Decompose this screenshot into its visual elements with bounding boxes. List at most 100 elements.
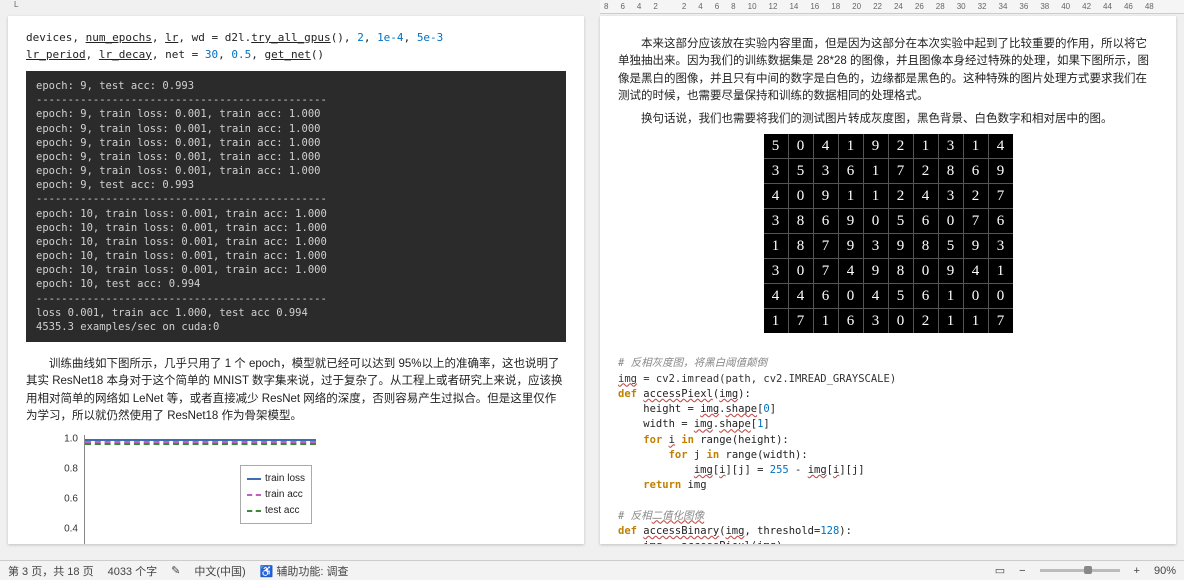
- mnist-cell: 2: [889, 184, 913, 208]
- status-language[interactable]: 中文(中国): [194, 563, 245, 579]
- mnist-cell: 2: [914, 159, 938, 183]
- zoom-in-button[interactable]: +: [1134, 565, 1140, 577]
- mnist-cell: 5: [764, 134, 788, 158]
- mnist-cell: 6: [839, 309, 863, 333]
- mnist-cell: 0: [864, 209, 888, 233]
- mnist-cell: 3: [939, 184, 963, 208]
- mnist-cell: 8: [789, 209, 813, 233]
- mnist-cell: 8: [914, 234, 938, 258]
- mnist-cell: 5: [889, 284, 913, 308]
- mnist-cell: 1: [939, 309, 963, 333]
- mnist-cell: 8: [789, 234, 813, 258]
- mnist-cell: 3: [864, 309, 888, 333]
- mnist-cell: 4: [814, 134, 838, 158]
- status-bar: 第 3 页，共 18 页 4033 个字 ✎ 中文(中国) ♿ 辅助功能: 调查…: [0, 560, 1184, 580]
- mnist-cell: 4: [839, 259, 863, 283]
- mnist-cell: 4: [764, 184, 788, 208]
- terminal-output: epoch: 9, test acc: 0.993 --------------…: [26, 71, 566, 342]
- mnist-cell: 7: [989, 309, 1013, 333]
- right-para-2: 换句话说，我们也需要将我们的测试图片转成灰度图，黑色背景、白色数字和相对居中的图…: [618, 111, 1158, 128]
- code-line-2: lr_period, lr_decay, net = 30, 0.5, get_…: [26, 47, 566, 64]
- mnist-cell: 4: [789, 284, 813, 308]
- mnist-cell: 9: [864, 134, 888, 158]
- code-line-1: devices, num_epochs, lr, wd = d2l.try_al…: [26, 30, 566, 47]
- zoom-slider[interactable]: [1040, 569, 1120, 572]
- mnist-cell: 5: [789, 159, 813, 183]
- mnist-cell: 3: [764, 159, 788, 183]
- ruler-left-label: L: [14, 0, 18, 9]
- zoom-percent[interactable]: 90%: [1154, 565, 1176, 577]
- mnist-cell: 4: [864, 284, 888, 308]
- mnist-cell: 1: [864, 159, 888, 183]
- mnist-cell: 0: [964, 284, 988, 308]
- status-words: 4033 个字: [108, 563, 158, 579]
- chart-legend: train loss train acc test acc: [240, 465, 312, 524]
- mnist-cell: 4: [989, 134, 1013, 158]
- chart-y-axis: 1.0 0.8 0.6 0.4: [56, 435, 82, 544]
- page-right: 本来这部分应该放在实验内容里面，但是因为这部分在本次实验中起到了比较重要的作用，…: [600, 16, 1176, 544]
- mnist-cell: 1: [864, 184, 888, 208]
- mnist-cell: 1: [764, 309, 788, 333]
- mnist-cell: 1: [914, 134, 938, 158]
- mnist-cell: 3: [814, 159, 838, 183]
- mnist-cell: 3: [764, 259, 788, 283]
- mnist-cell: 0: [789, 134, 813, 158]
- status-accessibility[interactable]: ♿ 辅助功能: 调查: [260, 563, 349, 579]
- mnist-cell: 0: [989, 284, 1013, 308]
- mnist-cell: 9: [939, 259, 963, 283]
- mnist-cell: 0: [839, 284, 863, 308]
- mnist-grid: 5041921314353617286940911243273869056076…: [764, 134, 1013, 333]
- mnist-cell: 4: [964, 259, 988, 283]
- mnist-cell: 3: [939, 134, 963, 158]
- mnist-cell: 1: [939, 284, 963, 308]
- mnist-cell: 4: [914, 184, 938, 208]
- view-mode-icon[interactable]: ▭: [995, 564, 1005, 577]
- training-chart: 1.0 0.8 0.6 0.4 train loss train acc tes…: [56, 435, 316, 544]
- mnist-cell: 9: [814, 184, 838, 208]
- mnist-cell: 2: [889, 134, 913, 158]
- mnist-cell: 5: [939, 234, 963, 258]
- mnist-cell: 0: [889, 309, 913, 333]
- mnist-cell: 6: [914, 284, 938, 308]
- mnist-cell: 9: [964, 234, 988, 258]
- mnist-cell: 8: [939, 159, 963, 183]
- mnist-cell: 0: [914, 259, 938, 283]
- mnist-cell: 7: [989, 184, 1013, 208]
- mnist-cell: 9: [989, 159, 1013, 183]
- status-proofing-icon[interactable]: ✎: [171, 564, 180, 577]
- mnist-cell: 9: [864, 259, 888, 283]
- mnist-cell: 0: [789, 184, 813, 208]
- mnist-cell: 1: [964, 309, 988, 333]
- right-para-1: 本来这部分应该放在实验内容里面，但是因为这部分在本次实验中起到了比较重要的作用，…: [618, 36, 1158, 105]
- mnist-cell: 6: [814, 209, 838, 233]
- mnist-cell: 8: [889, 259, 913, 283]
- mnist-cell: 4: [764, 284, 788, 308]
- mnist-cell: 1: [764, 234, 788, 258]
- mnist-cell: 6: [839, 159, 863, 183]
- mnist-cell: 0: [939, 209, 963, 233]
- mnist-cell: 7: [789, 309, 813, 333]
- zoom-out-button[interactable]: −: [1019, 565, 1025, 577]
- training-paragraph: 训练曲线如下图所示，几乎只用了 1 个 epoch，模型就已经可以达到 95%以…: [26, 356, 566, 425]
- mnist-cell: 1: [839, 134, 863, 158]
- mnist-cell: 6: [989, 209, 1013, 233]
- mnist-cell: 7: [814, 234, 838, 258]
- page-left: devices, num_epochs, lr, wd = d2l.try_al…: [8, 16, 584, 544]
- line-test-acc: [85, 443, 316, 445]
- mnist-cell: 1: [839, 184, 863, 208]
- mnist-cell: 7: [964, 209, 988, 233]
- mnist-cell: 9: [889, 234, 913, 258]
- mnist-cell: 3: [764, 209, 788, 233]
- mnist-cell: 6: [914, 209, 938, 233]
- mnist-cell: 1: [989, 259, 1013, 283]
- mnist-cell: 6: [964, 159, 988, 183]
- pages-container: devices, num_epochs, lr, wd = d2l.try_al…: [0, 0, 1184, 560]
- chart-plot-area: train loss train acc test acc: [84, 435, 316, 544]
- mnist-cell: 9: [839, 209, 863, 233]
- mnist-cell: 7: [889, 159, 913, 183]
- status-page: 第 3 页，共 18 页: [8, 563, 94, 579]
- horizontal-ruler: 8642246810121416182022242628303234363840…: [600, 0, 1184, 14]
- python-code-block: # 反相灰度图，将黑白阈值颠倒 img = cv2.imread(path, c…: [618, 341, 1158, 544]
- mnist-cell: 9: [839, 234, 863, 258]
- mnist-cell: 6: [814, 284, 838, 308]
